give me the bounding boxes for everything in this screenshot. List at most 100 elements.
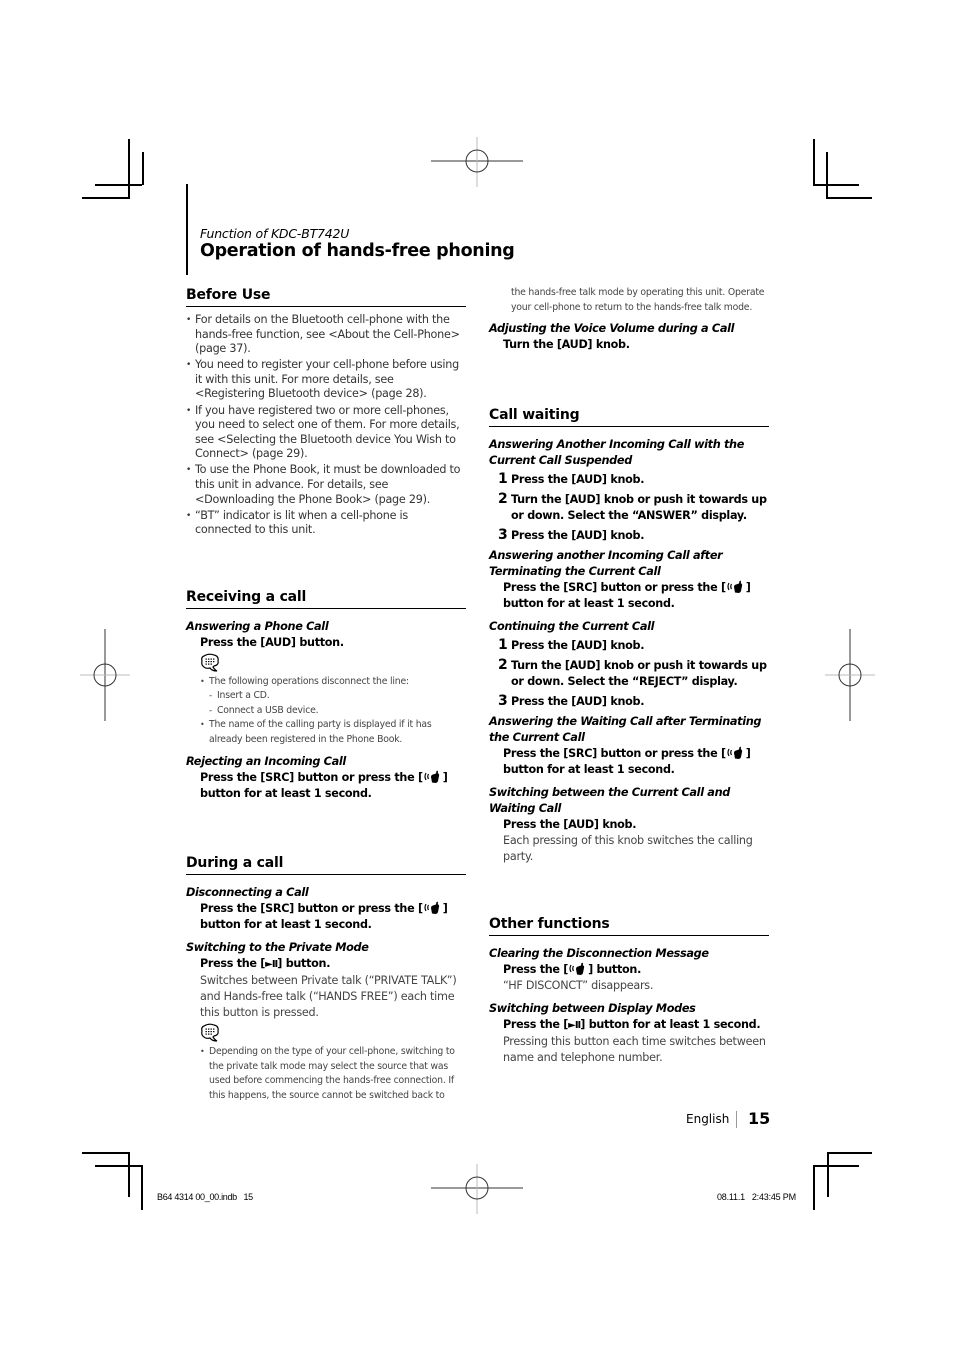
registration-mark-top bbox=[431, 137, 523, 187]
registration-mark-bottom bbox=[431, 1164, 523, 1214]
description-private-mode: Switches between Private talk (“PRIVATE … bbox=[200, 974, 457, 1020]
instruction-clearing: Press the [ ] button. bbox=[489, 962, 769, 978]
note-item: Depending on the type of your cell-phone… bbox=[200, 1045, 466, 1103]
instruction-waiting-after: Press the [SRC] button or press the [] b… bbox=[489, 746, 769, 778]
description-clearing: “HF DISCONCT” disappears. bbox=[503, 979, 654, 992]
footer-language: English bbox=[686, 1112, 730, 1126]
section-heading-receiving: Receiving a call bbox=[186, 588, 466, 609]
note-item: The name of the calling party is display… bbox=[200, 718, 466, 747]
step-number: 3 bbox=[498, 693, 508, 709]
instruction-display-modes: Press the [►II] button for at least 1 se… bbox=[489, 1017, 769, 1034]
subheading-switching-calls: Switching between the Current Call and W… bbox=[489, 786, 730, 815]
phone-icon bbox=[726, 746, 746, 759]
page-title: Operation of hands-free phoning bbox=[200, 241, 515, 261]
step-text: Press the [AUD] knob. bbox=[511, 529, 645, 542]
other-functions-section: Other functions Clearing the Disconnecti… bbox=[489, 915, 769, 1066]
registration-mark-right bbox=[825, 629, 875, 721]
instruction-text: Press the [SRC] button or press the [ bbox=[200, 902, 423, 916]
phone-icon bbox=[423, 770, 443, 783]
step-text: Press the [AUD] knob. bbox=[511, 639, 645, 652]
instruction-disconnecting: Press the [SRC] button or press the [] b… bbox=[186, 901, 466, 933]
description-switching-calls: Each pressing of this knob switches the … bbox=[503, 834, 753, 863]
instruction-text: Press the [ bbox=[200, 957, 266, 971]
instruction-switching-calls: Press the [AUD] knob. bbox=[503, 818, 637, 831]
step-text: Turn the [AUD] knob or push it towards u… bbox=[511, 659, 767, 688]
subheading-private-mode: Switching to the Private Mode bbox=[186, 941, 369, 955]
note-subitem: Connect a USB device. bbox=[200, 704, 466, 719]
phone-icon bbox=[726, 580, 746, 593]
instruction-text: Press the [SRC] button or press the [ bbox=[503, 747, 726, 760]
print-slug-timestamp: 08.11.1 2:43:45 PM bbox=[717, 1192, 796, 1202]
note-icon bbox=[200, 1023, 220, 1043]
note-subitem: Insert a CD. bbox=[200, 689, 466, 704]
page-number: 15 bbox=[748, 1109, 771, 1128]
answering-notes: The following operations disconnect the … bbox=[200, 675, 466, 748]
instruction-terminate: Press the [SRC] button or press the [] b… bbox=[489, 580, 769, 612]
instruction-text: Press the [SRC] button or press the [ bbox=[503, 581, 726, 594]
right-column: the hands-free talk mode by operating th… bbox=[489, 286, 769, 1066]
suspend-steps: 1 Press the [AUD] knob. 2 Turn the [AUD] k… bbox=[489, 471, 769, 544]
instruction-text: ] button for at least 1 second. bbox=[580, 1018, 761, 1031]
section-heading-other: Other functions bbox=[489, 915, 769, 936]
subheading-continuing: Continuing the Current Call bbox=[489, 620, 655, 633]
step-number: 1 bbox=[498, 471, 508, 487]
section-kicker: Function of KDC-BT742U bbox=[200, 226, 350, 241]
section-heading-call-waiting: Call waiting bbox=[489, 406, 769, 427]
step-text: Press the [AUD] knob. bbox=[511, 695, 645, 708]
instruction-rejecting: Press the [SRC] button or press the [] b… bbox=[186, 770, 466, 802]
list-item: “BT” indicator is lit when a cell-phone … bbox=[186, 509, 466, 538]
phone-icon bbox=[568, 962, 588, 975]
step-number: 1 bbox=[498, 637, 508, 653]
header-rule bbox=[186, 184, 188, 275]
subheading-disconnecting: Disconnecting a Call bbox=[186, 886, 309, 900]
list-item: If you have registered two or more cell-… bbox=[186, 404, 466, 462]
instruction-answering: Press the [AUD] button. bbox=[200, 635, 344, 649]
note-icon bbox=[200, 653, 220, 673]
instruction-text: Press the [ bbox=[503, 1018, 569, 1031]
subheading-suspend: Answering Another Incoming Call with the… bbox=[489, 438, 745, 467]
print-slug-file: B64 4314 00_00.indb 15 bbox=[157, 1192, 253, 1202]
before-use-section: Before Use For details on the Bluetooth … bbox=[186, 286, 466, 538]
left-column: Before Use For details on the Bluetooth … bbox=[186, 286, 466, 1103]
play-pause-icon: ►II bbox=[568, 1020, 581, 1031]
list-item: You need to register your cell-phone bef… bbox=[186, 358, 466, 402]
subheading-rejecting: Rejecting an Incoming Call bbox=[186, 755, 346, 769]
note-continuation: the hands-free talk mode by operating th… bbox=[511, 287, 765, 313]
step-text: Press the [AUD] knob. bbox=[511, 473, 645, 486]
step-number: 2 bbox=[498, 491, 508, 507]
phone-icon bbox=[423, 901, 443, 914]
instruction-text: ] button. bbox=[588, 963, 642, 976]
private-mode-notes: Depending on the type of your cell-phone… bbox=[200, 1045, 466, 1103]
step-item: 1 Press the [AUD] knob. bbox=[489, 637, 769, 654]
footer-separator bbox=[736, 1111, 737, 1128]
section-heading-during: During a call bbox=[186, 854, 466, 876]
play-pause-icon: ►II bbox=[265, 959, 278, 971]
instruction-text: ] button. bbox=[277, 957, 331, 971]
subheading-terminate: Answering another Incoming Call after Te… bbox=[489, 549, 723, 578]
step-item: 2 Turn the [AUD] knob or push it towards … bbox=[489, 491, 769, 524]
continuing-steps: 1 Press the [AUD] knob. 2 Turn the [AUD] k… bbox=[489, 637, 769, 710]
step-item: 3 Press the [AUD] knob. bbox=[489, 527, 769, 544]
step-item: 2 Turn the [AUD] knob or push it towards … bbox=[489, 657, 769, 690]
list-item: To use the Phone Book, it must be downlo… bbox=[186, 463, 466, 507]
instruction-text: Press the [SRC] button or press the [ bbox=[200, 771, 423, 785]
during-section: During a call Disconnecting a Call Press… bbox=[186, 854, 466, 1103]
list-item: For details on the Bluetooth cell-phone … bbox=[186, 313, 466, 357]
note-item: The following operations disconnect the … bbox=[200, 675, 466, 690]
subheading-voice-volume: Adjusting the Voice Volume during a Call bbox=[489, 322, 735, 335]
before-use-list: For details on the Bluetooth cell-phone … bbox=[186, 313, 466, 538]
instruction-private-mode: Press the [►II] button. bbox=[186, 956, 466, 973]
subheading-clearing: Clearing the Disconnection Message bbox=[489, 947, 709, 960]
subheading-answering: Answering a Phone Call bbox=[186, 619, 329, 633]
instruction-text: Press the [ bbox=[503, 963, 569, 976]
call-waiting-section: Call waiting Answering Another Incoming … bbox=[489, 406, 769, 865]
description-display-modes: Pressing this button each time switches … bbox=[503, 1035, 766, 1064]
section-heading-before-use: Before Use bbox=[186, 286, 466, 307]
step-item: 1 Press the [AUD] knob. bbox=[489, 471, 769, 488]
step-item: 3 Press the [AUD] knob. bbox=[489, 693, 769, 710]
registration-mark-left bbox=[80, 629, 130, 721]
step-number: 2 bbox=[498, 657, 508, 673]
step-text: Turn the [AUD] knob or push it towards u… bbox=[511, 493, 767, 522]
subheading-display-modes: Switching between Display Modes bbox=[489, 1002, 696, 1015]
step-number: 3 bbox=[498, 527, 508, 543]
